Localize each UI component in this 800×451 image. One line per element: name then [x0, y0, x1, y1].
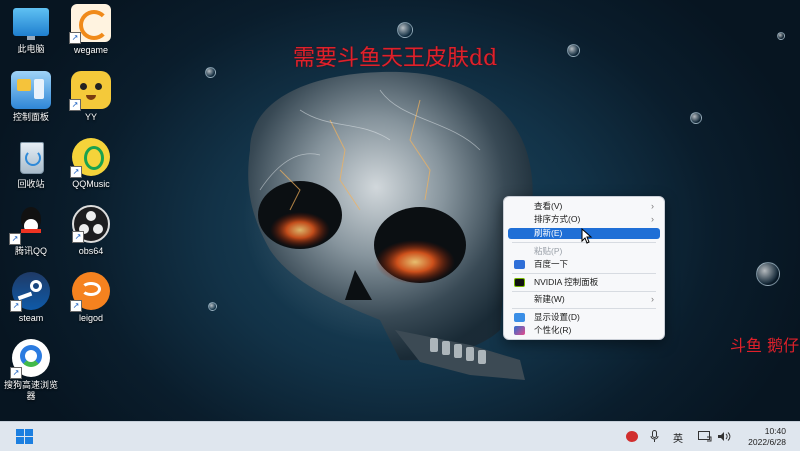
- menu-item-display-settings[interactable]: 显示设置(D): [508, 312, 660, 323]
- mouse-cursor-icon: [581, 228, 593, 244]
- taskbar: 英 10:40 2022/6/28: [0, 421, 800, 451]
- menu-separator: [512, 273, 656, 274]
- desktop-icon-label: obs64: [78, 246, 104, 256]
- shortcut-arrow-icon: ↗: [69, 32, 81, 44]
- menu-separator: [512, 308, 656, 309]
- menu-item-nvidia-control-panel[interactable]: NVIDIA 控制面板: [508, 277, 660, 288]
- menu-item-label: 百度一下: [534, 259, 569, 269]
- bubble-decoration: [756, 262, 780, 286]
- desktop-icon-yy[interactable]: ↗ YY: [60, 71, 122, 135]
- watermark-text: 需要斗鱼天王皮肤dd: [293, 46, 498, 71]
- start-button[interactable]: [16, 429, 34, 445]
- shortcut-arrow-icon: ↗: [72, 231, 84, 243]
- menu-item-label: 新建(W): [534, 294, 565, 304]
- menu-item-baidu[interactable]: 百度一下: [508, 259, 660, 270]
- computer-icon: [13, 8, 49, 40]
- desktop-icon-sogou-browser[interactable]: ↗ 搜狗高速浏览器: [0, 339, 62, 401]
- sogou-browser-icon: ↗: [10, 339, 50, 379]
- desktop-icon-label: leigod: [78, 313, 104, 323]
- menu-item-view[interactable]: 查看(V) ›: [508, 201, 660, 212]
- menu-item-label: 粘贴(P): [534, 246, 563, 256]
- desktop-icon-wegame[interactable]: ↗ wegame: [60, 4, 122, 68]
- desktop-icon-this-pc[interactable]: 此电脑: [0, 4, 62, 68]
- desktop-icon-label: 回收站: [17, 179, 45, 189]
- menu-item-label: 排序方式(O): [534, 214, 581, 224]
- shortcut-arrow-icon: ↗: [10, 367, 22, 379]
- menu-item-sort-by[interactable]: 排序方式(O) ›: [508, 214, 660, 225]
- douyu-tray-icon[interactable]: [626, 431, 638, 442]
- microphone-icon[interactable]: [650, 430, 659, 443]
- personalize-icon: [514, 326, 525, 335]
- submenu-arrow-icon: ›: [651, 201, 654, 211]
- menu-item-label: NVIDIA 控制面板: [534, 277, 599, 287]
- leigod-icon: ↗: [70, 272, 110, 312]
- desktop-icon-label: wegame: [73, 45, 109, 55]
- desktop-icon-qq[interactable]: ↗ 腾讯QQ: [0, 205, 62, 269]
- bubble-decoration: [567, 44, 580, 57]
- desktop-icon-leigod[interactable]: ↗ leigod: [60, 272, 122, 336]
- shortcut-arrow-icon: ↗: [69, 99, 81, 111]
- shortcut-arrow-icon: ↗: [10, 300, 22, 312]
- windows-logo-icon: [25, 429, 33, 436]
- desktop-icon-label: 控制面板: [12, 112, 49, 122]
- display-settings-icon: [514, 313, 525, 322]
- windows-logo-icon: [16, 429, 24, 436]
- recycle-bin-icon: [11, 138, 51, 176]
- menu-item-paste[interactable]: 粘贴(P): [508, 246, 660, 257]
- clock-date: 2022/6/28: [748, 437, 786, 447]
- shortcut-arrow-icon: ↗: [70, 300, 82, 312]
- desktop-icon-label: QQMusic: [72, 179, 110, 189]
- shortcut-arrow-icon: ↗: [70, 166, 82, 178]
- bubble-decoration: [690, 112, 702, 124]
- desktop-icon-obs[interactable]: ↗ obs64: [60, 205, 122, 269]
- watermark-side-text: 斗鱼 鹅仔: [730, 336, 800, 355]
- menu-item-personalize[interactable]: 个性化(R): [508, 325, 660, 336]
- clock-time: 10:40: [764, 426, 786, 436]
- desktop[interactable]: 需要斗鱼天王皮肤dd 斗鱼 鹅仔 此电脑 ↗ wegame 控制面板 ↗ YY: [0, 0, 800, 421]
- desktop-icon-qqmusic[interactable]: ↗ QQMusic: [60, 138, 122, 202]
- windows-logo-icon: [25, 437, 33, 444]
- menu-item-label: 显示设置(D): [534, 312, 580, 322]
- steam-icon: ↗: [10, 272, 50, 312]
- desktop-icon-label: 搜狗高速浏览器: [3, 380, 58, 401]
- submenu-arrow-icon: ›: [651, 214, 654, 224]
- windows-logo-icon: [16, 437, 24, 444]
- ime-indicator[interactable]: 英: [673, 430, 683, 445]
- control-panel-icon: [11, 71, 51, 109]
- shortcut-arrow-icon: ↗: [9, 233, 21, 245]
- desktop-icon-label: 此电脑: [17, 44, 45, 54]
- menu-item-new[interactable]: 新建(W) ›: [508, 294, 660, 305]
- desktop-icon-label: 腾讯QQ: [14, 246, 47, 256]
- baidu-icon: [514, 260, 525, 269]
- yy-icon: ↗: [69, 71, 111, 111]
- desktop-icon-control-panel[interactable]: 控制面板: [0, 71, 62, 135]
- qqmusic-icon: ↗: [70, 138, 110, 178]
- network-icon[interactable]: [698, 431, 712, 442]
- bubble-decoration: [205, 67, 216, 78]
- submenu-arrow-icon: ›: [651, 294, 654, 304]
- menu-item-label: 刷新(E): [534, 228, 563, 238]
- desktop-icon-label: steam: [18, 313, 44, 323]
- bubble-decoration: [777, 32, 785, 40]
- menu-item-label: 查看(V): [534, 201, 563, 211]
- nvidia-icon: [514, 278, 525, 287]
- menu-item-label: 个性化(R): [534, 325, 572, 335]
- desktop-context-menu: 查看(V) › 排序方式(O) › 刷新(E) 粘贴(P) 百度一下 NVIDI…: [503, 196, 665, 340]
- bubble-decoration: [397, 22, 413, 38]
- desktop-icon-steam[interactable]: ↗ steam: [0, 272, 62, 336]
- qq-icon: ↗: [9, 205, 51, 245]
- menu-separator: [512, 291, 656, 292]
- volume-icon[interactable]: [717, 431, 731, 442]
- obs-icon: ↗: [72, 205, 110, 243]
- desktop-icon-label: YY: [84, 112, 97, 122]
- desktop-icon-recycle-bin[interactable]: 回收站: [0, 138, 62, 202]
- wegame-icon: ↗: [69, 4, 111, 44]
- system-clock[interactable]: 10:40 2022/6/28: [748, 426, 786, 448]
- bubble-decoration: [208, 302, 217, 311]
